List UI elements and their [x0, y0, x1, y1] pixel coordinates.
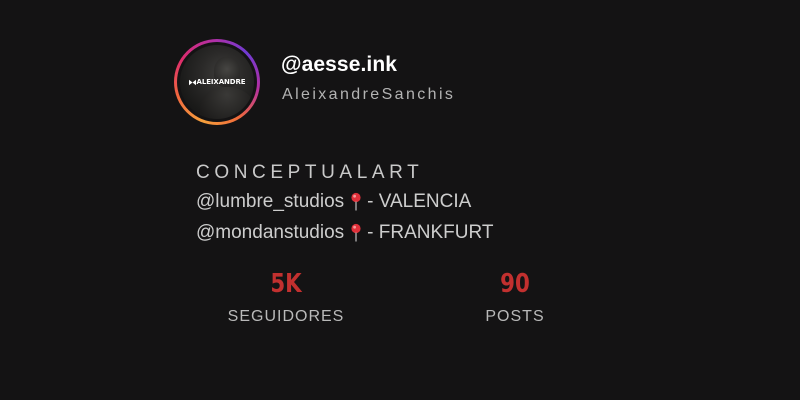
profile-page: ALEIXANDRE @aesse.ink AleixandreSanchis …	[0, 0, 800, 400]
bio: CONCEPTUALART @lumbre_studios - VALENCIA…	[196, 160, 493, 248]
posts-count: 90	[500, 269, 530, 299]
bowtie-logo-icon	[188, 79, 196, 85]
round-pushpin-icon	[349, 223, 363, 243]
followers-count: 5K	[270, 269, 302, 299]
full-name: AleixandreSanchis	[282, 86, 456, 103]
posts-stat[interactable]: 90 POSTS	[460, 266, 570, 326]
followers-stat[interactable]: 5K SEGUIDORES	[226, 266, 346, 326]
avatar[interactable]: ALEIXANDRE	[180, 45, 254, 119]
avatar-logo: ALEIXANDRE	[188, 78, 246, 86]
bio-line-frankfurt: @mondanstudios - FRANKFURT	[196, 217, 493, 248]
story-ring[interactable]: ALEIXANDRE	[174, 39, 260, 125]
bio-tagline: CONCEPTUALART	[196, 162, 424, 183]
bio-line-valencia: @lumbre_studios - VALENCIA	[196, 186, 493, 217]
avatar-logo-text: ALEIXANDRE	[196, 78, 246, 86]
location-frankfurt: - FRANKFURT	[367, 222, 494, 243]
studio-link-mondan[interactable]: @mondanstudios	[196, 217, 344, 248]
location-valencia: - VALENCIA	[367, 191, 472, 212]
followers-label: SEGUIDORES	[227, 308, 345, 325]
studio-link-lumbre[interactable]: @lumbre_studios	[196, 186, 344, 217]
round-pushpin-icon	[349, 192, 363, 212]
username[interactable]: @aesse.ink	[281, 53, 397, 77]
posts-label: POSTS	[485, 308, 545, 325]
